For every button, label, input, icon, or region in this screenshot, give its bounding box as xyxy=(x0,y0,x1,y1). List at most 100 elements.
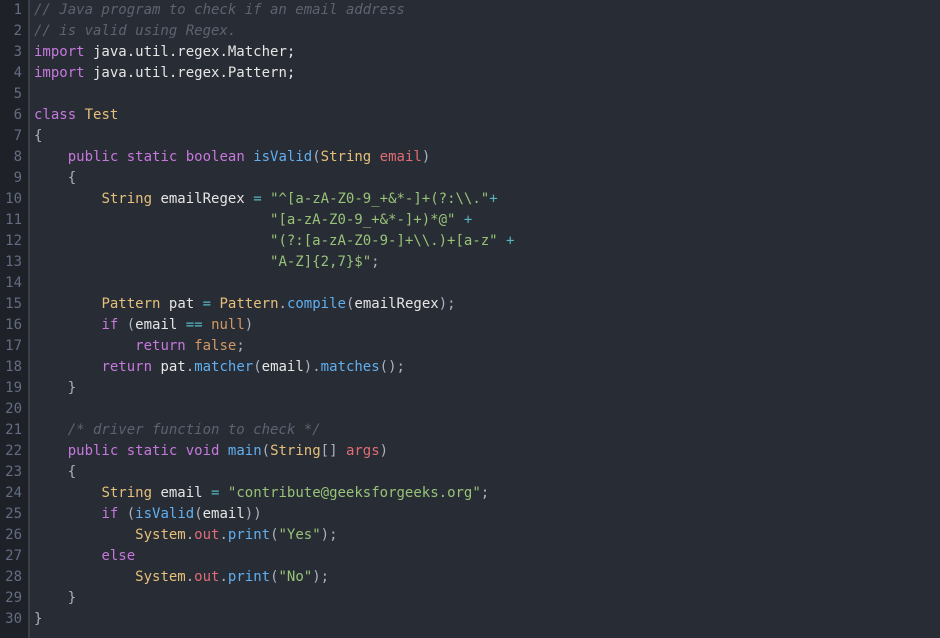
operator-plus: + xyxy=(489,191,497,207)
brace: } xyxy=(34,611,42,627)
line-number: 19 xyxy=(0,378,22,399)
line-number: 23 xyxy=(0,462,22,483)
string-literal: "contribute@geeksforgeeks.org" xyxy=(228,485,481,501)
code-line[interactable]: "[a-zA-Z0-9_+&*-]+)*@" + xyxy=(34,210,940,231)
code-line[interactable]: // Java program to check if an email add… xyxy=(34,0,940,21)
line-number: 3 xyxy=(0,42,22,63)
code-line[interactable]: /* driver function to check */ xyxy=(34,420,940,441)
operator-plus: + xyxy=(498,233,515,249)
line-number: 12 xyxy=(0,231,22,252)
code-line[interactable]: else xyxy=(34,546,940,567)
string-literal: "A-Z]{2,7}$" xyxy=(270,254,371,270)
operator-assign: = xyxy=(203,296,211,312)
line-number: 9 xyxy=(0,168,22,189)
field-out: out xyxy=(194,569,219,585)
line-number: 17 xyxy=(0,336,22,357)
keyword-return: return xyxy=(101,359,152,375)
code-line[interactable] xyxy=(34,273,940,294)
method-main: main xyxy=(228,443,262,459)
code-line[interactable]: Pattern pat = Pattern.compile(emailRegex… xyxy=(34,294,940,315)
brace: } xyxy=(68,590,76,606)
string-literal: "[a-zA-Z0-9_+&*-]+)*@" xyxy=(270,212,455,228)
type-string: String xyxy=(101,485,152,501)
boolean-literal: false xyxy=(194,338,236,354)
code-line[interactable]: return pat.matcher(email).matches(); xyxy=(34,357,940,378)
line-number: 15 xyxy=(0,294,22,315)
variable: pat xyxy=(160,359,185,375)
line-number: 4 xyxy=(0,63,22,84)
param-type: String xyxy=(321,149,372,165)
method-call: compile xyxy=(287,296,346,312)
operator-eq: == xyxy=(186,317,203,333)
code-line[interactable]: String emailRegex = "^[a-zA-Z0-9_+&*-]+(… xyxy=(34,189,940,210)
line-number: 8 xyxy=(0,147,22,168)
line-number: 10 xyxy=(0,189,22,210)
param-type: String xyxy=(270,443,321,459)
method-call: matches xyxy=(321,359,380,375)
line-number: 26 xyxy=(0,525,22,546)
keyword-static: static xyxy=(127,149,178,165)
line-number: 16 xyxy=(0,315,22,336)
null-literal: null xyxy=(211,317,245,333)
code-line[interactable]: System.out.print("No"); xyxy=(34,567,940,588)
type-pattern: Pattern xyxy=(101,296,160,312)
code-line[interactable]: if (isValid(email)) xyxy=(34,504,940,525)
operator-assign: = xyxy=(253,191,261,207)
package-path: java.util.regex.Pattern; xyxy=(85,65,296,81)
variable: pat xyxy=(169,296,194,312)
code-line[interactable]: "(?:[a-zA-Z0-9-]+\\.)+[a-z" + xyxy=(34,231,940,252)
code-line[interactable]: public static boolean isValid(String ema… xyxy=(34,147,940,168)
type-boolean: boolean xyxy=(186,149,245,165)
line-number: 7 xyxy=(0,126,22,147)
code-line[interactable]: class Test xyxy=(34,105,940,126)
comment: // Java program to check if an email add… xyxy=(34,2,405,18)
method-call: isValid xyxy=(135,506,194,522)
string-literal: "(?:[a-zA-Z0-9-]+\\.)+[a-z" xyxy=(270,233,498,249)
code-line[interactable]: String email = "contribute@geeksforgeeks… xyxy=(34,483,940,504)
code-line[interactable]: } xyxy=(34,378,940,399)
operator-plus: + xyxy=(455,212,472,228)
method-name: isValid xyxy=(253,149,312,165)
code-line[interactable]: "A-Z]{2,7}$"; xyxy=(34,252,940,273)
class-name: Test xyxy=(85,107,119,123)
code-line[interactable]: if (email == null) xyxy=(34,315,940,336)
line-number: 25 xyxy=(0,504,22,525)
keyword-if: if xyxy=(101,506,118,522)
code-line[interactable]: System.out.print("Yes"); xyxy=(34,525,940,546)
type-void: void xyxy=(186,443,220,459)
code-line[interactable]: { xyxy=(34,168,940,189)
method-print: print xyxy=(228,569,270,585)
code-line[interactable]: // is valid using Regex. xyxy=(34,21,940,42)
line-number: 1 xyxy=(0,0,22,21)
line-number: 21 xyxy=(0,420,22,441)
keyword-class: class xyxy=(34,107,76,123)
keyword-else: else xyxy=(101,548,135,564)
code-line[interactable]: { xyxy=(34,126,940,147)
class-ref: Pattern xyxy=(220,296,279,312)
variable: email xyxy=(160,485,202,501)
line-number: 11 xyxy=(0,210,22,231)
operator-assign: = xyxy=(211,485,219,501)
code-line[interactable]: import java.util.regex.Matcher; xyxy=(34,42,940,63)
code-editor[interactable]: // Java program to check if an email add… xyxy=(30,0,940,638)
method-print: print xyxy=(228,527,270,543)
argument: emailRegex xyxy=(354,296,438,312)
code-line[interactable]: return false; xyxy=(34,336,940,357)
line-number: 18 xyxy=(0,357,22,378)
line-number: 27 xyxy=(0,546,22,567)
code-line[interactable]: { xyxy=(34,462,940,483)
code-line[interactable] xyxy=(34,84,940,105)
code-line[interactable]: public static void main(String[] args) xyxy=(34,441,940,462)
package-path: java.util.regex.Matcher; xyxy=(85,44,296,60)
param-name: email xyxy=(380,149,422,165)
code-line[interactable]: } xyxy=(34,588,940,609)
code-line[interactable]: import java.util.regex.Pattern; xyxy=(34,63,940,84)
variable: emailRegex xyxy=(160,191,244,207)
keyword-import: import xyxy=(34,44,85,60)
code-line[interactable]: } xyxy=(34,609,940,630)
line-number: 14 xyxy=(0,273,22,294)
class-system: System xyxy=(135,527,186,543)
code-line[interactable] xyxy=(34,399,940,420)
line-number-gutter: 1 2 3 4 5 6 7 8 9 10 11 12 13 14 15 16 1… xyxy=(0,0,30,638)
line-number: 13 xyxy=(0,252,22,273)
